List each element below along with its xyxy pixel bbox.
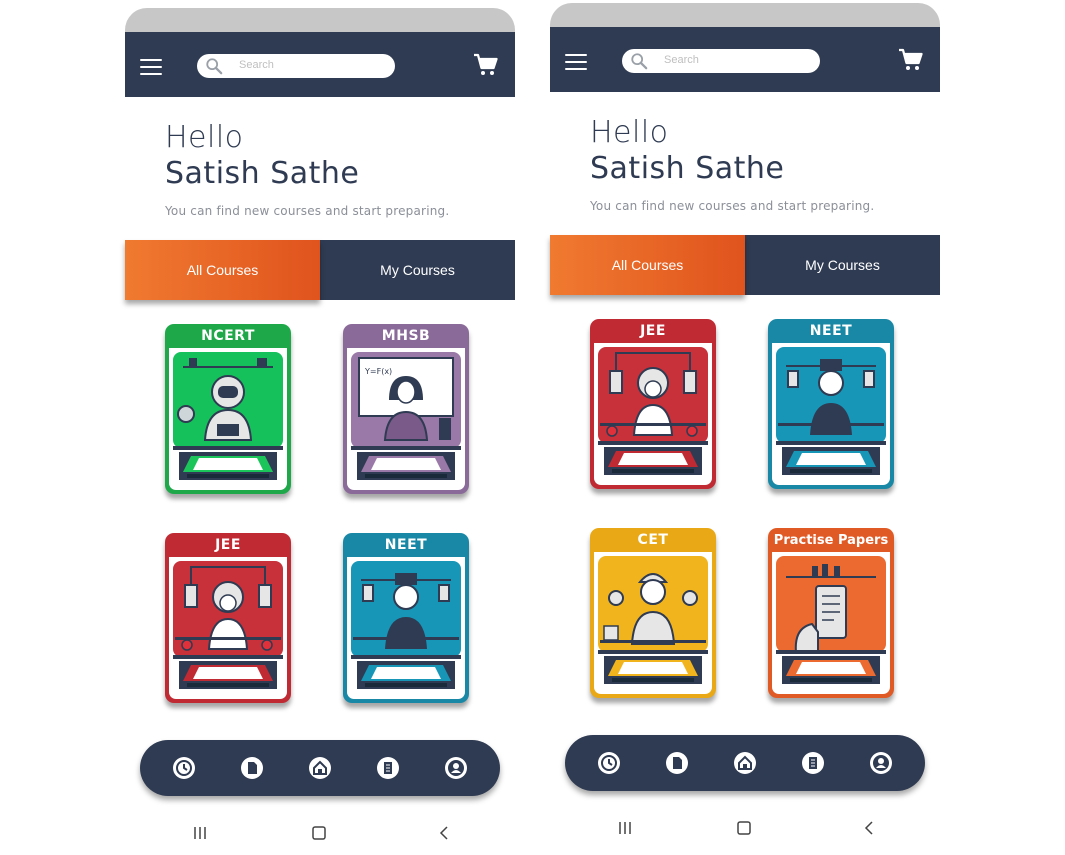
history-icon[interactable] — [597, 751, 621, 775]
phone-in-hand-illustration-icon — [776, 556, 886, 684]
course-card-illustration — [772, 343, 890, 485]
tab-all-courses[interactable]: All Courses — [550, 235, 745, 295]
cart-icon[interactable] — [898, 47, 924, 73]
course-card-cet[interactable]: CET — [590, 528, 716, 698]
course-card-illustration — [772, 552, 890, 694]
hamburger-menu-icon[interactable] — [565, 54, 587, 70]
phone-screen-right: Search Hello Satish Sathe You can find n… — [550, 3, 940, 853]
search-icon — [631, 53, 648, 70]
doctor-illustration-icon — [776, 347, 886, 475]
course-card-title: NEET — [809, 323, 853, 339]
tab-my-courses[interactable]: My Courses — [320, 240, 515, 300]
scientist-illustration-icon — [598, 347, 708, 475]
course-card-illustration — [594, 552, 712, 694]
course-card-jee[interactable]: JEE — [590, 319, 716, 489]
home-button-icon[interactable] — [734, 819, 754, 837]
history-icon[interactable] — [172, 756, 196, 780]
course-card-illustration — [169, 557, 287, 699]
scientist-illustration-icon — [173, 561, 283, 689]
notes-icon[interactable] — [801, 751, 825, 775]
teacher-illustration-icon: Y=F(x) — [351, 352, 461, 480]
course-card-neet[interactable]: NEET — [768, 319, 894, 489]
engineer-illustration-icon — [598, 556, 708, 684]
document-icon[interactable] — [240, 756, 264, 780]
search-input[interactable]: Search — [197, 54, 395, 78]
doctor-illustration-icon — [351, 561, 461, 689]
system-navigation-bar — [125, 818, 515, 848]
course-card-practise-papers[interactable]: Practise Papers — [768, 528, 894, 698]
svg-text:Y=F(x): Y=F(x) — [364, 367, 392, 376]
user-name: Satish Sathe — [590, 151, 785, 186]
user-name: Satish Sathe — [165, 156, 360, 191]
tab-my-courses[interactable]: My Courses — [745, 235, 940, 295]
phone-screen-left: Search Hello Satish Sathe You can find n… — [125, 8, 515, 853]
course-card-mhsb[interactable]: MHSB Y=F(x) — [343, 324, 469, 494]
course-card-title: NEET — [384, 537, 428, 553]
back-icon[interactable] — [859, 819, 879, 837]
greeting-subtitle: You can find new courses and start prepa… — [165, 204, 450, 218]
hamburger-menu-icon[interactable] — [140, 59, 162, 75]
course-tabs: All Courses My Courses — [125, 240, 515, 300]
home-icon[interactable] — [733, 751, 757, 775]
course-card-title: NCERT — [201, 328, 255, 344]
course-card-title: JEE — [215, 537, 241, 553]
astronaut-illustration-icon — [173, 352, 283, 480]
course-card-neet[interactable]: NEET — [343, 533, 469, 703]
course-card-title: CET — [637, 532, 669, 548]
notes-icon[interactable] — [376, 756, 400, 780]
course-card-illustration — [169, 348, 287, 490]
search-input[interactable]: Search — [622, 49, 820, 73]
system-navigation-bar — [550, 813, 940, 843]
course-card-illustration: Y=F(x) — [347, 348, 465, 490]
course-card-ncert[interactable]: NCERT — [165, 324, 291, 494]
profile-icon[interactable] — [444, 756, 468, 780]
greeting-hello: Hello — [165, 120, 244, 155]
recent-apps-icon[interactable] — [615, 819, 635, 837]
search-icon — [206, 58, 223, 75]
app-bar: Search — [550, 27, 940, 92]
bottom-navigation — [140, 740, 500, 796]
search-placeholder: Search — [664, 54, 699, 66]
greeting-block: Hello Satish Sathe — [165, 120, 359, 192]
tab-all-courses[interactable]: All Courses — [125, 240, 320, 300]
course-card-title: JEE — [640, 323, 666, 339]
greeting-hello: Hello — [590, 115, 669, 150]
document-icon[interactable] — [665, 751, 689, 775]
course-card-jee[interactable]: JEE — [165, 533, 291, 703]
profile-icon[interactable] — [869, 751, 893, 775]
course-tabs: All Courses My Courses — [550, 235, 940, 295]
bottom-navigation — [565, 735, 925, 791]
search-placeholder: Search — [239, 59, 274, 71]
course-card-illustration — [347, 557, 465, 699]
status-bar — [550, 3, 940, 27]
course-card-title: Practise Papers — [773, 532, 889, 548]
home-button-icon[interactable] — [309, 824, 329, 842]
course-card-title: MHSB — [381, 328, 431, 344]
recent-apps-icon[interactable] — [190, 824, 210, 842]
app-bar: Search — [125, 32, 515, 97]
back-icon[interactable] — [434, 824, 454, 842]
status-bar — [125, 8, 515, 32]
greeting-block: Hello Satish Sathe — [590, 115, 784, 187]
course-card-illustration — [594, 343, 712, 485]
greeting-subtitle: You can find new courses and start prepa… — [590, 199, 875, 213]
cart-icon[interactable] — [473, 52, 499, 78]
home-icon[interactable] — [308, 756, 332, 780]
